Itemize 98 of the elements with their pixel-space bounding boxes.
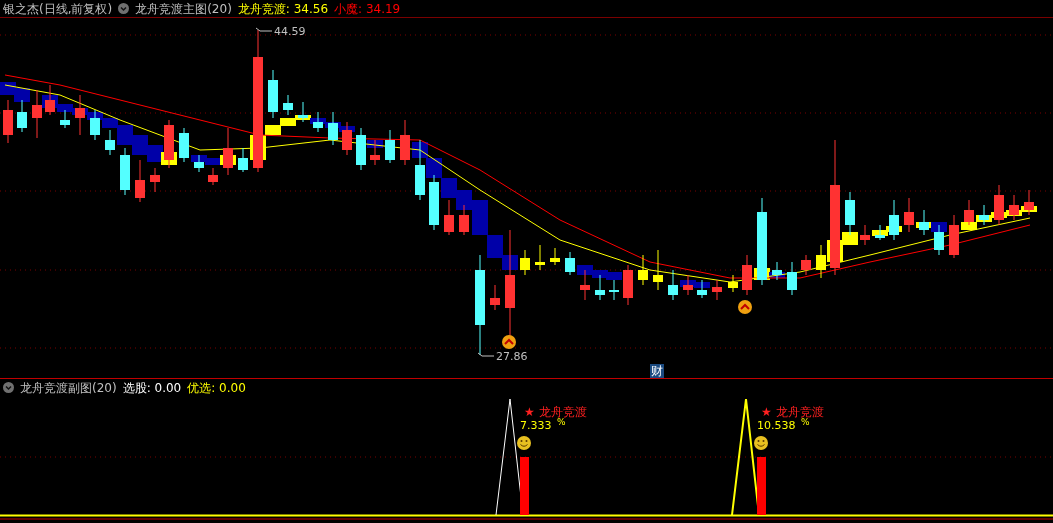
candlestick xyxy=(787,261,797,296)
candlestick xyxy=(712,279,722,301)
indicator-reading: 龙舟竞渡: 34.56 xyxy=(237,2,329,15)
indicator-name: 龙舟竞渡副图(20) xyxy=(20,381,117,394)
candlestick xyxy=(385,129,395,164)
price-label: 44.59 xyxy=(274,25,306,38)
candlestick xyxy=(904,197,914,233)
indicator-reading: 选股: 0.00 xyxy=(122,381,182,394)
candlestick xyxy=(845,191,855,236)
candlestick xyxy=(370,139,380,166)
candlestick xyxy=(653,249,663,291)
trend-block xyxy=(14,88,30,102)
candlestick xyxy=(742,254,752,296)
price-pointer-icon xyxy=(255,27,273,32)
candlestick xyxy=(328,111,338,146)
candlestick xyxy=(60,109,70,129)
candlestick xyxy=(801,254,811,276)
dropdown-icon[interactable] xyxy=(118,3,130,14)
candlestick xyxy=(520,249,530,276)
candlestick xyxy=(429,174,439,231)
candlestick xyxy=(298,101,308,123)
candlestick xyxy=(283,94,293,116)
candlestick xyxy=(949,214,959,259)
candlestick xyxy=(75,94,85,136)
candlestick xyxy=(668,269,678,301)
candlestick xyxy=(772,261,782,281)
candlestick xyxy=(490,284,500,311)
candlestick xyxy=(550,247,560,266)
smiley-icon xyxy=(754,436,768,450)
candlestick xyxy=(45,84,55,116)
candlestick xyxy=(875,224,885,241)
candlestick xyxy=(623,264,633,306)
candlestick xyxy=(238,147,248,173)
indicator-reading: 优选: 0.00 xyxy=(187,381,246,394)
candlestick xyxy=(32,89,42,139)
candlestick xyxy=(400,119,410,166)
candlestick xyxy=(565,251,575,276)
candlestick xyxy=(1009,194,1019,221)
candlestick xyxy=(595,274,605,301)
candlestick xyxy=(964,199,974,226)
indicator-name: 龙舟竞渡主图(20) xyxy=(135,2,232,15)
trend-block xyxy=(367,140,383,148)
percent-sign: % xyxy=(801,417,810,427)
candlestick xyxy=(683,274,693,296)
dropdown-icon[interactable] xyxy=(3,382,14,393)
percent-sign: % xyxy=(557,417,566,427)
candlestick xyxy=(164,119,174,169)
chevron-up-icon xyxy=(738,300,752,314)
candlestick xyxy=(3,99,13,144)
candlestick xyxy=(919,209,929,236)
stock-title: 银之杰(日线,前复权) xyxy=(3,2,113,15)
candlestick xyxy=(90,109,100,141)
candlestick xyxy=(342,121,352,156)
chevron-up-icon xyxy=(502,335,516,349)
candlestick xyxy=(609,279,619,301)
trend-block xyxy=(426,158,442,178)
candlestick xyxy=(638,254,648,286)
candlestick xyxy=(580,269,590,301)
candlestick xyxy=(889,199,899,241)
candlestick xyxy=(313,111,323,133)
candlestick xyxy=(356,127,366,171)
candlestick xyxy=(459,204,469,236)
candlestick xyxy=(860,224,870,246)
badge-background xyxy=(650,364,664,378)
candlestick xyxy=(415,139,425,201)
signal-title: ★ 龙舟竞渡 xyxy=(524,405,587,419)
candlestick xyxy=(105,129,115,156)
trend-block xyxy=(147,145,163,162)
smiley-icon xyxy=(517,436,531,450)
candlestick xyxy=(816,244,826,279)
candlestick xyxy=(17,99,27,133)
candlestick xyxy=(135,159,145,203)
signal-bar xyxy=(520,457,529,515)
signal-title: ★ 龙舟竞渡 xyxy=(761,405,824,419)
price-pointer-icon xyxy=(477,352,495,357)
signal-bar xyxy=(757,457,766,515)
candlestick xyxy=(994,184,1004,226)
candlestick xyxy=(194,154,204,173)
candlestick xyxy=(223,127,233,176)
candlestick xyxy=(120,147,130,196)
trend-block xyxy=(132,135,148,155)
candlestick xyxy=(179,127,189,163)
candlestick xyxy=(934,224,944,256)
candlestick xyxy=(268,69,278,119)
candlestick xyxy=(697,279,707,299)
finance-badge[interactable]: 财 xyxy=(651,364,663,378)
candlestick xyxy=(979,204,989,226)
candlestick xyxy=(444,199,454,236)
candlestick xyxy=(535,244,545,271)
candlestick xyxy=(208,167,218,186)
signal-value: 10.538 xyxy=(757,419,796,432)
price-label: 27.86 xyxy=(496,350,528,363)
candlestick xyxy=(150,167,160,193)
indicator-reading: 小魔: 34.19 xyxy=(334,2,401,15)
signal-value: 7.333 xyxy=(520,419,552,432)
candlestick xyxy=(728,274,738,293)
trend-block xyxy=(577,265,593,275)
trend-block xyxy=(441,178,457,198)
